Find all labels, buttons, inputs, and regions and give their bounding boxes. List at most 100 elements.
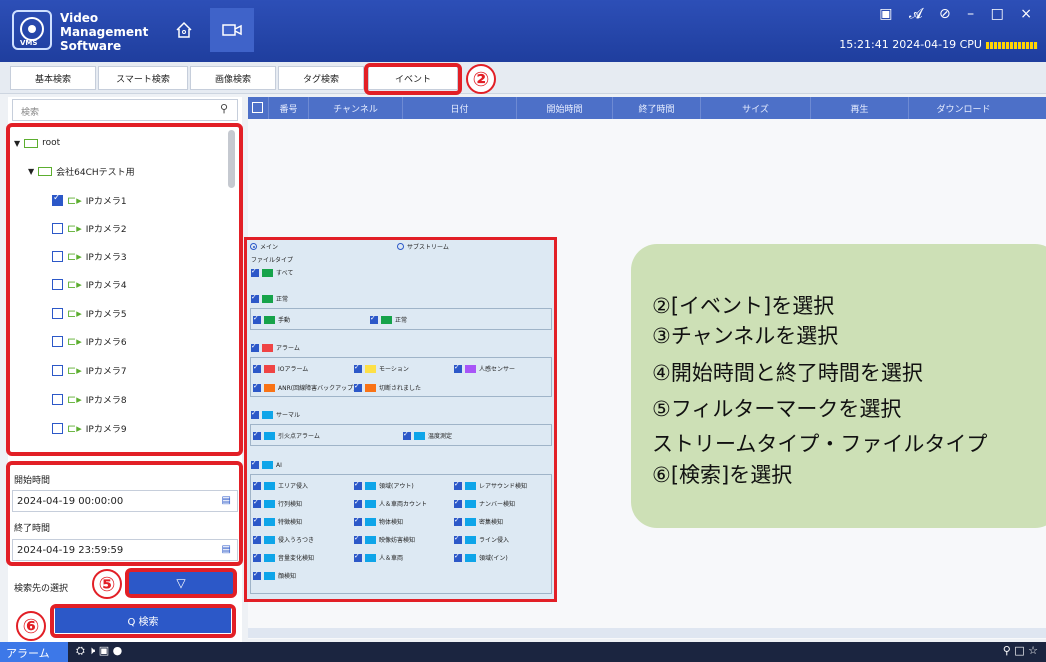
disconnected-label: 切断されました	[379, 385, 422, 392]
temp-measure-label: 温度測定	[428, 433, 453, 440]
ai-item-label: 顔検知	[278, 573, 297, 580]
callout-search-button	[50, 604, 236, 638]
human-sensor-label: 人感センサー	[479, 366, 516, 373]
callout-filter-button	[125, 568, 237, 598]
tab-smart-search[interactable]: スマート検索	[98, 66, 188, 90]
column-header[interactable]: 終了時間	[612, 97, 700, 119]
ai-item-label: ライン侵入	[479, 537, 510, 544]
stream-main-radio[interactable]: メイン	[250, 242, 278, 251]
results-hscrollbar[interactable]	[248, 628, 1046, 638]
filter-io-alarm[interactable]: IOアラーム	[253, 363, 309, 373]
column-header[interactable]: 開始時間	[516, 97, 612, 119]
stream-main-label: メイン	[260, 244, 279, 251]
instruction-step-3: ③チャンネルを選択	[652, 324, 839, 348]
filter-ai-item[interactable]: 映像妨害検知	[354, 534, 416, 544]
alarm-group-label: アラーム	[276, 345, 300, 352]
ai-item-label: 特徴検知	[278, 519, 303, 526]
filter-normal[interactable]: 正常	[370, 314, 408, 324]
stream-sub-radio[interactable]: サブストリーム	[397, 242, 449, 251]
thermal-group-label: サーマル	[276, 412, 301, 419]
home-nav-button[interactable]	[162, 8, 206, 52]
column-header[interactable]: チャンネル	[308, 97, 402, 119]
filter-all-label: すべて	[276, 270, 294, 277]
filter-thermal-group[interactable]: サーマル	[251, 409, 301, 419]
filter-disconnected[interactable]: 切断されました	[354, 382, 422, 392]
filter-all[interactable]: すべて	[251, 267, 294, 277]
tab-basic-search[interactable]: 基本検索	[10, 66, 96, 90]
filter-human-sensor[interactable]: 人感センサー	[454, 363, 516, 373]
filter-motion[interactable]: モーション	[354, 363, 409, 373]
ai-item-label: レアサウンド検知	[479, 483, 528, 490]
alarm-taskbar-button[interactable]: アラーム	[0, 642, 68, 662]
callout-badge-2: ②	[466, 64, 496, 94]
taskbar-right-icons[interactable]: ⚲ □ ☆	[1003, 644, 1038, 657]
search-target-label: 検索先の選択	[14, 584, 69, 594]
filter-ai-item[interactable]: エリア侵入	[253, 480, 309, 490]
fire-alarm-label: 引火点アラーム	[278, 433, 320, 440]
ai-item-label: 領域(イン)	[479, 555, 508, 562]
anr-label: ANR(回線障害バックアップ)	[278, 385, 356, 392]
column-header[interactable]: ダウンロード	[908, 97, 1018, 119]
filter-ai-item[interactable]: 音量変化検知	[253, 552, 315, 562]
filter-ai-item[interactable]: 顔検知	[253, 570, 297, 580]
column-header[interactable]: 番号	[268, 97, 308, 119]
ai-item-label: ナンバー検知	[479, 501, 516, 508]
filter-manual[interactable]: 手動	[253, 314, 291, 324]
io-alarm-label: IOアラーム	[278, 366, 309, 373]
filter-ai-item[interactable]: 領域(イン)	[454, 552, 508, 562]
callout-badge-6: ⑥	[16, 611, 46, 641]
filter-ai-item[interactable]: 特徴検知	[253, 516, 303, 526]
logo-dot-icon	[28, 25, 36, 33]
select-all-checkbox[interactable]	[252, 102, 263, 116]
filter-ai-item[interactable]: 人＆車両	[354, 552, 403, 562]
window-controls[interactable]: ▣ 𝓐 ⊘ – □ ×	[879, 6, 1038, 22]
manual-label: 手動	[278, 317, 291, 324]
ai-item-label: 侵入うろつき	[278, 537, 315, 544]
callout-time-range	[6, 461, 243, 566]
filter-fire-alarm[interactable]: 引火点アラーム	[253, 430, 320, 440]
filter-temp-measure[interactable]: 温度測定	[403, 430, 453, 440]
ai-item-label: エリア侵入	[278, 483, 309, 490]
instruction-step-5-detail: ストリームタイプ・ファイルタイプ	[652, 432, 988, 456]
taskbar: アラーム ⛭ 🕨 ▣ ● ⚲ □ ☆	[0, 642, 1046, 662]
instruction-step-5: ⑤フィルターマークを選択	[652, 397, 902, 421]
filter-ai-item[interactable]: 行列検知	[253, 498, 303, 508]
logo-text: VMS	[20, 39, 38, 47]
column-header[interactable]: 日付	[402, 97, 516, 119]
filter-ai-item[interactable]: 物体検知	[354, 516, 403, 526]
callout-channel-tree	[6, 123, 243, 456]
playback-nav-button[interactable]	[210, 8, 254, 52]
ai-item-label: 行列検知	[278, 501, 303, 508]
filter-ai-item[interactable]: レアサウンド検知	[454, 480, 528, 490]
filter-ai-item[interactable]: 人＆車両カウント	[354, 498, 427, 508]
filter-ai-item[interactable]: 領域(アウト)	[354, 480, 414, 490]
channel-search-input[interactable]: 検索	[12, 99, 238, 121]
ai-item-label: 音量変化検知	[278, 555, 315, 562]
home-icon	[176, 21, 192, 38]
column-header[interactable]: 再生	[810, 97, 908, 119]
tab-tag-search[interactable]: タグ検索	[278, 66, 364, 90]
ai-item-label: 映像妨害検知	[379, 537, 416, 544]
callout-event-tab	[364, 63, 462, 95]
instruction-step-4: ④開始時間と終了時間を選択	[652, 361, 923, 385]
filter-ai-item[interactable]: ライン侵入	[454, 534, 510, 544]
filter-ai-item[interactable]: ナンバー検知	[454, 498, 516, 508]
filter-ai-item[interactable]: 密集検知	[454, 516, 503, 526]
filter-anr[interactable]: ANR(回線障害バックアップ)	[253, 382, 356, 392]
filter-normal-group[interactable]: 正常	[251, 293, 288, 303]
filter-alarm-group[interactable]: アラーム	[251, 342, 300, 352]
filter-ai-group[interactable]: AI	[251, 459, 282, 469]
instruction-step-2: ②[イベント]を選択	[652, 294, 835, 318]
ai-item-label: 領域(アウト)	[379, 483, 414, 490]
filter-ai-item[interactable]: 侵入うろつき	[253, 534, 315, 544]
status-time: 15:21:41 2024-04-19 CPU	[839, 38, 982, 51]
status-bar: 15:21:41 2024-04-19 CPU	[839, 38, 1038, 51]
normal-label: 正常	[395, 317, 408, 324]
motion-label: モーション	[379, 366, 409, 373]
instruction-step-6: ⑥[検索]を選択	[652, 463, 793, 487]
search-icon[interactable]: ⚲	[220, 102, 228, 115]
column-header[interactable]: サイズ	[700, 97, 810, 119]
cpu-meter	[986, 41, 1038, 49]
taskbar-tools-icon[interactable]: ⛭ 🕨 ▣ ●	[76, 644, 122, 658]
tab-image-search[interactable]: 画像検索	[190, 66, 276, 90]
